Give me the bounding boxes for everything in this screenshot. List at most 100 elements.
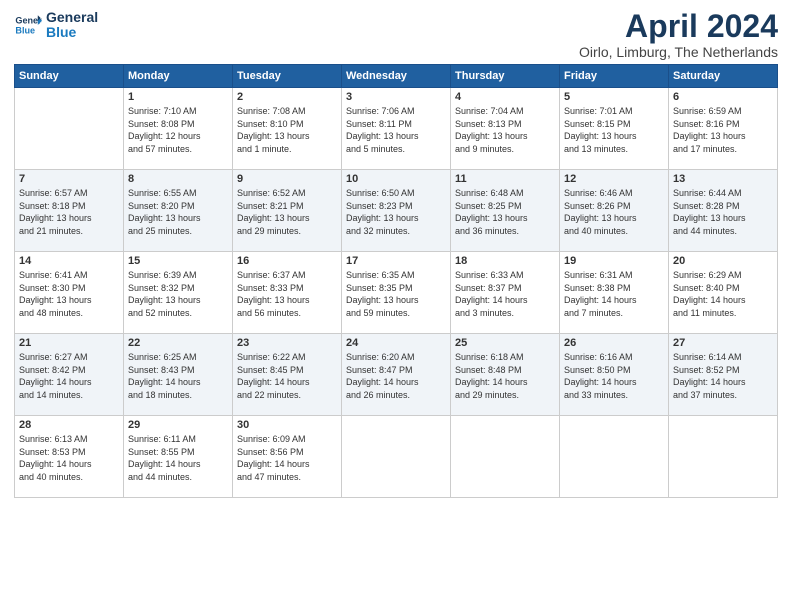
svg-text:Blue: Blue: [15, 26, 35, 36]
table-row: 9 Sunrise: 6:52 AM Sunset: 8:21 PM Daylig…: [233, 170, 342, 252]
table-row: [669, 416, 778, 498]
cell-info: Sunrise: 6:41 AM Sunset: 8:30 PM Dayligh…: [19, 269, 119, 319]
table-row: 27Sunrise: 6:14 AM Sunset: 8:52 PM Dayli…: [669, 334, 778, 416]
day-number: 19: [564, 255, 664, 267]
table-row: 5 Sunrise: 7:01 AM Sunset: 8:15 PM Daylig…: [560, 88, 669, 170]
table-row: 7 Sunrise: 6:57 AM Sunset: 8:18 PM Daylig…: [15, 170, 124, 252]
header-row: General Blue General Blue April 2024 Oir…: [14, 10, 778, 60]
table-row: 16 Sunrise: 6:37 AM Sunset: 8:33 PM Dayli…: [233, 252, 342, 334]
cell-info: Sunrise: 6:14 AM Sunset: 8:52 PM Dayligh…: [673, 351, 773, 401]
table-row: 6Sunrise: 6:59 AM Sunset: 8:16 PM Daylig…: [669, 88, 778, 170]
cell-info: Sunrise: 6:16 AM Sunset: 8:50 PM Dayligh…: [564, 351, 664, 401]
location-title: Oirlo, Limburg, The Netherlands: [579, 44, 778, 60]
day-number: 22: [128, 337, 228, 349]
page-container: General Blue General Blue April 2024 Oir…: [0, 0, 792, 506]
table-row: 25Sunrise: 6:18 AM Sunset: 8:48 PM Dayli…: [451, 334, 560, 416]
day-number: 1: [128, 91, 228, 103]
day-number: 6: [673, 91, 773, 103]
table-row: [451, 416, 560, 498]
table-row: 14 Sunrise: 6:41 AM Sunset: 8:30 PM Dayli…: [15, 252, 124, 334]
cell-info: Sunrise: 6:57 AM Sunset: 8:18 PM Dayligh…: [19, 187, 119, 237]
calendar-week-row: 28 Sunrise: 6:13 AM Sunset: 8:53 PM Dayli…: [15, 416, 778, 498]
table-row: 20 Sunrise: 6:29 AM Sunset: 8:40 PM Dayli…: [669, 252, 778, 334]
table-row: 18Sunrise: 6:33 AM Sunset: 8:37 PM Dayli…: [451, 252, 560, 334]
table-row: 28 Sunrise: 6:13 AM Sunset: 8:53 PM Dayli…: [15, 416, 124, 498]
cell-info: Sunrise: 6:25 AM Sunset: 8:43 PM Dayligh…: [128, 351, 228, 401]
cell-info: Sunrise: 7:08 AM Sunset: 8:10 PM Dayligh…: [237, 105, 337, 155]
calendar-header-row: Sunday Monday Tuesday Wednesday Thursday…: [15, 65, 778, 88]
col-monday: Monday: [124, 65, 233, 88]
day-number: 17: [346, 255, 446, 267]
day-number: 30: [237, 419, 337, 431]
day-number: 3: [346, 91, 446, 103]
table-row: 29 Sunrise: 6:11 AM Sunset: 8:55 PM Dayli…: [124, 416, 233, 498]
day-number: 28: [19, 419, 119, 431]
table-row: 12Sunrise: 6:46 AM Sunset: 8:26 PM Dayli…: [560, 170, 669, 252]
cell-info: Sunrise: 6:50 AM Sunset: 8:23 PM Dayligh…: [346, 187, 446, 237]
col-saturday: Saturday: [669, 65, 778, 88]
day-number: 23: [237, 337, 337, 349]
table-row: 23 Sunrise: 6:22 AM Sunset: 8:45 PM Dayli…: [233, 334, 342, 416]
cell-info: Sunrise: 6:27 AM Sunset: 8:42 PM Dayligh…: [19, 351, 119, 401]
day-number: 9: [237, 173, 337, 185]
cell-info: Sunrise: 6:39 AM Sunset: 8:32 PM Dayligh…: [128, 269, 228, 319]
cell-info: Sunrise: 6:52 AM Sunset: 8:21 PM Dayligh…: [237, 187, 337, 237]
table-row: 2 Sunrise: 7:08 AM Sunset: 8:10 PM Daylig…: [233, 88, 342, 170]
day-number: 5: [564, 91, 664, 103]
day-number: 4: [455, 91, 555, 103]
title-block: April 2024 Oirlo, Limburg, The Netherlan…: [579, 10, 778, 60]
table-row: 4 Sunrise: 7:04 AM Sunset: 8:13 PM Daylig…: [451, 88, 560, 170]
table-row: 11 Sunrise: 6:48 AM Sunset: 8:25 PM Dayli…: [451, 170, 560, 252]
table-row: 3Sunrise: 7:06 AM Sunset: 8:11 PM Daylig…: [342, 88, 451, 170]
table-row: 19 Sunrise: 6:31 AM Sunset: 8:38 PM Dayli…: [560, 252, 669, 334]
cell-info: Sunrise: 6:44 AM Sunset: 8:28 PM Dayligh…: [673, 187, 773, 237]
col-tuesday: Tuesday: [233, 65, 342, 88]
day-number: 13: [673, 173, 773, 185]
day-number: 2: [237, 91, 337, 103]
logo-text-general: General: [46, 10, 98, 25]
day-number: 7: [19, 173, 119, 185]
table-row: [342, 416, 451, 498]
day-number: 14: [19, 255, 119, 267]
cell-info: Sunrise: 6:31 AM Sunset: 8:38 PM Dayligh…: [564, 269, 664, 319]
col-wednesday: Wednesday: [342, 65, 451, 88]
cell-info: Sunrise: 7:01 AM Sunset: 8:15 PM Dayligh…: [564, 105, 664, 155]
cell-info: Sunrise: 6:37 AM Sunset: 8:33 PM Dayligh…: [237, 269, 337, 319]
cell-info: Sunrise: 6:11 AM Sunset: 8:55 PM Dayligh…: [128, 433, 228, 483]
cell-info: Sunrise: 6:46 AM Sunset: 8:26 PM Dayligh…: [564, 187, 664, 237]
day-number: 8: [128, 173, 228, 185]
day-number: 25: [455, 337, 555, 349]
day-number: 20: [673, 255, 773, 267]
calendar-week-row: 21Sunrise: 6:27 AM Sunset: 8:42 PM Dayli…: [15, 334, 778, 416]
col-thursday: Thursday: [451, 65, 560, 88]
table-row: 1 Sunrise: 7:10 AM Sunset: 8:08 PM Daylig…: [124, 88, 233, 170]
day-number: 15: [128, 255, 228, 267]
day-number: 24: [346, 337, 446, 349]
calendar-week-row: 7 Sunrise: 6:57 AM Sunset: 8:18 PM Daylig…: [15, 170, 778, 252]
month-title: April 2024: [579, 10, 778, 42]
day-number: 29: [128, 419, 228, 431]
table-row: 8 Sunrise: 6:55 AM Sunset: 8:20 PM Daylig…: [124, 170, 233, 252]
table-row: 26 Sunrise: 6:16 AM Sunset: 8:50 PM Dayli…: [560, 334, 669, 416]
cell-info: Sunrise: 7:10 AM Sunset: 8:08 PM Dayligh…: [128, 105, 228, 155]
cell-info: Sunrise: 6:22 AM Sunset: 8:45 PM Dayligh…: [237, 351, 337, 401]
cell-info: Sunrise: 6:55 AM Sunset: 8:20 PM Dayligh…: [128, 187, 228, 237]
logo-icon: General Blue: [14, 11, 42, 39]
day-number: 26: [564, 337, 664, 349]
table-row: 15 Sunrise: 6:39 AM Sunset: 8:32 PM Dayli…: [124, 252, 233, 334]
day-number: 11: [455, 173, 555, 185]
cell-info: Sunrise: 7:04 AM Sunset: 8:13 PM Dayligh…: [455, 105, 555, 155]
cell-info: Sunrise: 6:09 AM Sunset: 8:56 PM Dayligh…: [237, 433, 337, 483]
cell-info: Sunrise: 6:33 AM Sunset: 8:37 PM Dayligh…: [455, 269, 555, 319]
cell-info: Sunrise: 6:29 AM Sunset: 8:40 PM Dayligh…: [673, 269, 773, 319]
day-number: 16: [237, 255, 337, 267]
table-row: 17Sunrise: 6:35 AM Sunset: 8:35 PM Dayli…: [342, 252, 451, 334]
table-row: 30 Sunrise: 6:09 AM Sunset: 8:56 PM Dayli…: [233, 416, 342, 498]
col-friday: Friday: [560, 65, 669, 88]
table-row: [15, 88, 124, 170]
table-row: 22 Sunrise: 6:25 AM Sunset: 8:43 PM Dayli…: [124, 334, 233, 416]
cell-info: Sunrise: 6:48 AM Sunset: 8:25 PM Dayligh…: [455, 187, 555, 237]
logo: General Blue General Blue: [14, 10, 98, 41]
cell-info: Sunrise: 6:13 AM Sunset: 8:53 PM Dayligh…: [19, 433, 119, 483]
table-row: 21Sunrise: 6:27 AM Sunset: 8:42 PM Dayli…: [15, 334, 124, 416]
